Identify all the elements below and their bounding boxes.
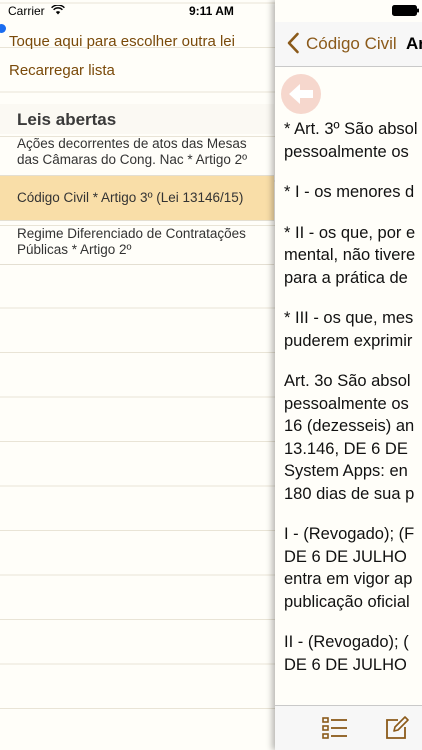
back-button[interactable]: Código Civil xyxy=(306,34,397,54)
battery-icon xyxy=(392,5,419,16)
detail-pane: Código Civil Art * Art. 3º São absolpess… xyxy=(275,0,422,750)
law-list-item[interactable]: Regime Diferenciado de Contratações Públ… xyxy=(0,221,274,265)
law-list-item[interactable]: Ações decorrentes de atos das Mesas das … xyxy=(0,130,274,176)
article-paragraph: * I - os menores d xyxy=(284,183,415,201)
article-paragraph: * II - os que, por e mental, não tivere pa… xyxy=(284,223,416,287)
article-text: * Art. 3º São absol pessoalmente os * I -… xyxy=(284,118,422,694)
list-icon[interactable] xyxy=(322,716,348,740)
article-paragraph: II - (Revogado); (DE 6 DE JULHO xyxy=(284,633,409,674)
section-title: Leis abertas xyxy=(17,110,117,129)
article-paragraph: * Art. 3º São absol pessoalmente os xyxy=(284,120,418,161)
navigation-bar: Código Civil Art xyxy=(275,22,422,67)
wifi-icon xyxy=(51,5,65,15)
law-item-text: Ações decorrentes de atos das Mesas das … xyxy=(17,136,248,167)
choose-law-link[interactable]: Toque aqui para escolher outra lei xyxy=(9,33,235,50)
reload-list-link[interactable]: Recarregar lista xyxy=(9,62,115,79)
article-paragraph: * III - os que, mes puderem exprimir xyxy=(284,309,414,350)
article-paragraph: I - (Revogado); (F DE 6 DE JULHO entra em … xyxy=(284,525,415,611)
law-item-text: Código Civil * Artigo 3º (Lei 13146/15) xyxy=(17,190,244,205)
master-pane: Toque aqui para escolher outra lei Recar… xyxy=(0,0,290,750)
law-item-text: Regime Diferenciado de Contratações Públ… xyxy=(17,226,246,257)
chevron-left-icon[interactable] xyxy=(286,32,300,54)
bottom-toolbar xyxy=(275,705,422,750)
edit-icon[interactable] xyxy=(385,716,409,740)
status-time: 9:11 AM xyxy=(189,4,234,18)
previous-article-button[interactable] xyxy=(281,74,321,114)
article-paragraph: Art. 3o São absol pessoalmente os 16 (deze… xyxy=(284,372,415,503)
carrier-label: Carrier xyxy=(8,4,45,18)
page-title: Art xyxy=(406,34,422,53)
status-bar: Carrier 9:11 AM xyxy=(0,0,422,22)
law-list-item-selected[interactable]: Código Civil * Artigo 3º (Lei 13146/15) xyxy=(0,176,274,221)
arrow-left-icon xyxy=(289,84,313,104)
